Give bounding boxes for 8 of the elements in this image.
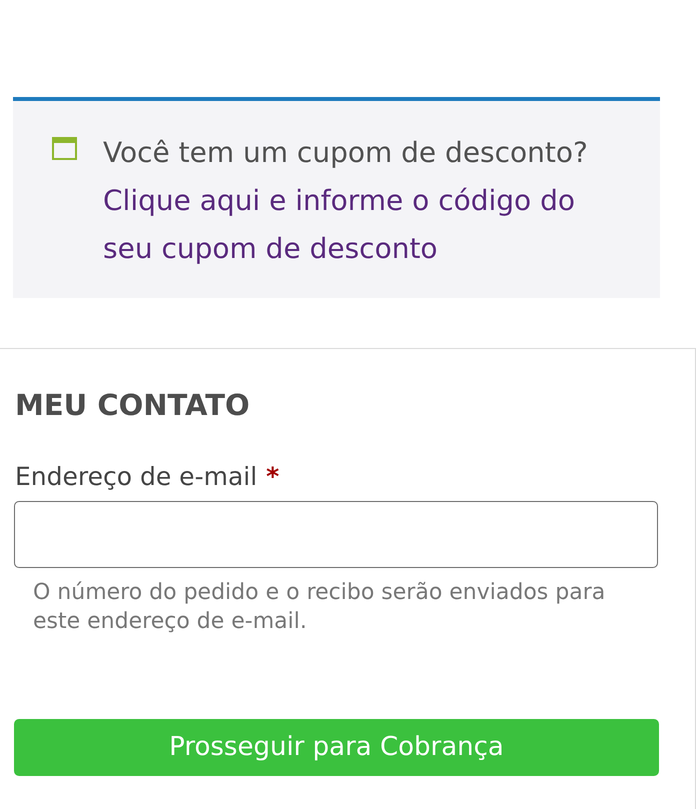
field-label: Endereço de e-mail — [15, 462, 258, 492]
coupon-link[interactable]: Clique aqui e informe o código do seu cupom de desconto — [103, 177, 608, 273]
coupon-question: Você tem um cupom de desconto? — [103, 135, 589, 171]
required-mark: * — [266, 462, 280, 492]
email-input[interactable] — [14, 501, 658, 568]
window-icon — [52, 137, 77, 160]
help-text: O número do pedido e o recibo serão enviados para este endereço de e-mail. — [33, 579, 606, 636]
section-title: MEU CONTATO — [15, 387, 250, 423]
